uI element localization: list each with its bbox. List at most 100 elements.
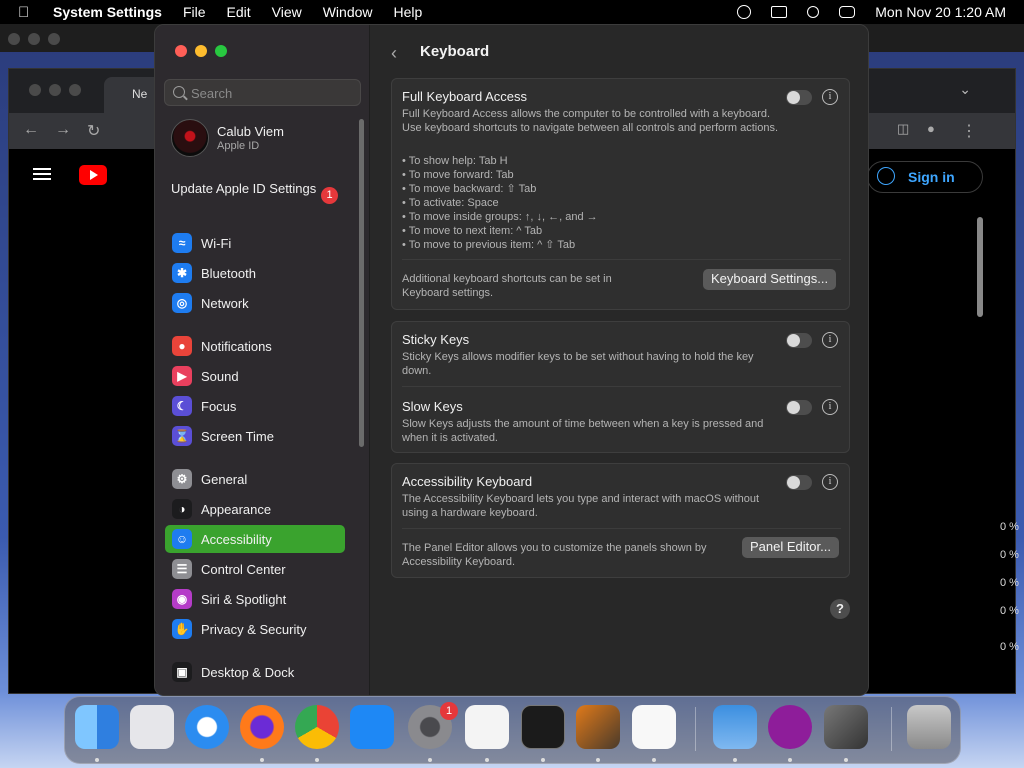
spotlight-search-icon[interactable]	[807, 6, 820, 18]
sidebar-item-general[interactable]: ⚙ General	[165, 465, 345, 493]
minimize-window-icon[interactable]	[195, 45, 207, 57]
menu-edit[interactable]: Edit	[227, 4, 251, 20]
accessibility-keyboard-toggle[interactable]	[786, 475, 812, 490]
more-menu-icon[interactable]: ⋮	[961, 121, 977, 141]
menu-clock[interactable]: Mon Nov 20 1:20 AM	[875, 4, 1006, 20]
apple-menu-icon[interactable]: 	[18, 4, 36, 21]
app-store-icon[interactable]	[350, 705, 394, 749]
sidebar-item-desktop-dock[interactable]: ▣ Desktop & Dock	[165, 658, 345, 686]
forward-arrow-icon[interactable]: →	[55, 121, 71, 139]
paper-plane-icon[interactable]	[824, 705, 868, 749]
info-icon[interactable]: i	[822, 399, 838, 415]
sidebar-item-appearance[interactable]: ◑ Appearance	[165, 495, 345, 523]
sidebar-item-siri-spotlight[interactable]: ◉ Siri & Spotlight	[165, 585, 345, 613]
apple-id-profile[interactable]: Calub Viem Apple ID	[171, 119, 357, 159]
dock-notification-badge: 1	[440, 702, 458, 720]
sidebar-item-label: Sound	[201, 368, 239, 384]
running-indicator	[315, 758, 319, 762]
menu-app-name[interactable]: System Settings	[53, 4, 162, 20]
sidebar-item-notifications[interactable]: ● Notifications	[165, 332, 345, 360]
help-button[interactable]: ?	[830, 599, 850, 619]
sidebar-item-label: Screen Time	[201, 428, 274, 444]
play-icon[interactable]	[737, 5, 752, 19]
menu-window[interactable]: Window	[323, 4, 373, 20]
sidebar-item-wifi[interactable]: ≈ Wi-Fi	[165, 229, 345, 257]
youtube-logo-icon[interactable]	[79, 165, 107, 185]
sidebar-item-sound[interactable]: ▶ Sound	[165, 362, 345, 390]
close-window-icon[interactable]	[175, 45, 187, 57]
running-indicator	[485, 758, 489, 762]
weather-icon[interactable]	[713, 705, 757, 749]
hourglass-icon: ⌛	[172, 426, 192, 446]
vscode-icon[interactable]	[632, 705, 676, 749]
sidebar-scrollbar[interactable]	[359, 119, 364, 447]
running-indicator	[541, 758, 545, 762]
update-badge: 1	[321, 187, 338, 204]
wifi-icon: ≈	[172, 233, 192, 253]
slow-keys-title: Slow Keys	[402, 399, 463, 414]
control-center-menu-icon[interactable]	[839, 6, 856, 18]
firefox-icon[interactable]	[240, 705, 284, 749]
keyboard-settings-button[interactable]: Keyboard Settings...	[703, 269, 837, 290]
garageband-icon[interactable]	[576, 705, 620, 749]
side-panel-icon[interactable]: ◫	[897, 121, 909, 137]
back-chevron-icon[interactable]: ‹	[391, 43, 405, 63]
additional-shortcuts-desc: Additional keyboard shortcuts can be set…	[402, 273, 612, 299]
gear-icon: ⚙	[172, 469, 192, 489]
sidebar-item-control-center[interactable]: ☰ Control Center	[165, 555, 345, 583]
sidebar-item-label: Desktop & Dock	[201, 664, 295, 680]
sidebar-item-bluetooth[interactable]: ✱ Bluetooth	[165, 259, 345, 287]
slow-keys-toggle[interactable]	[786, 400, 812, 415]
sidebar-item-privacy-security[interactable]: ✋ Privacy & Security	[165, 615, 345, 643]
sidebar-item-label: Notifications	[201, 338, 272, 354]
sidebar-item-network[interactable]: ◎ Network	[165, 289, 345, 317]
info-icon[interactable]: i	[822, 89, 838, 105]
menu-help[interactable]: Help	[394, 4, 423, 20]
search-input[interactable]	[191, 84, 356, 102]
profile-icon[interactable]: ●	[927, 121, 935, 136]
panel-editor-button[interactable]: Panel Editor...	[742, 537, 839, 558]
accessibility-keyboard-desc: The Accessibility Keyboard lets you type…	[402, 493, 760, 519]
info-icon[interactable]: i	[822, 474, 838, 490]
sidebar-item-label: Wi-Fi	[201, 235, 232, 251]
safari-icon[interactable]	[185, 705, 229, 749]
avatar	[171, 119, 209, 157]
zoom-window-icon[interactable]	[215, 45, 227, 57]
sign-in-button[interactable]: Sign in	[867, 161, 983, 193]
sidebar-item-label: Focus	[201, 398, 237, 414]
back-arrow-icon[interactable]: ←	[23, 121, 39, 139]
sidebar-item-focus[interactable]: ☾ Focus	[165, 392, 345, 420]
browser-zoom-icon[interactable]	[69, 84, 81, 96]
browser-close-icon[interactable]	[29, 84, 41, 96]
launchpad-icon[interactable]	[130, 705, 174, 749]
bg-minimize-icon	[28, 33, 40, 45]
finder-icon[interactable]	[75, 705, 119, 749]
browser-scrollbar[interactable]	[977, 217, 983, 317]
update-apple-id-settings[interactable]: Update Apple ID Settings	[171, 181, 341, 197]
sidebar-search	[164, 79, 361, 106]
speaker-icon: ▶	[172, 366, 192, 386]
hamburger-menu-icon[interactable]	[33, 168, 51, 180]
sidebar-item-accessibility[interactable]: ☺ Accessibility	[165, 525, 345, 553]
chrome-icon[interactable]	[295, 705, 339, 749]
browser-minimize-icon[interactable]	[49, 84, 61, 96]
menu-file[interactable]: File	[183, 4, 206, 20]
terminal-icon[interactable]	[521, 705, 565, 749]
sidebar-item-screen-time[interactable]: ⌛ Screen Time	[165, 422, 345, 450]
sticky-keys-toggle[interactable]	[786, 333, 812, 348]
sticky-keys-title: Sticky Keys	[402, 332, 470, 347]
bluetooth-icon: ✱	[172, 263, 192, 283]
sidebar-item-label: Control Center	[201, 561, 286, 577]
info-icon[interactable]: i	[822, 332, 838, 348]
screen-mirroring-icon[interactable]	[771, 6, 788, 18]
tab-search-chevron-icon[interactable]: ⌄	[959, 81, 971, 98]
eleven-icon[interactable]	[768, 705, 812, 749]
running-indicator	[733, 758, 737, 762]
textedit-icon[interactable]	[465, 705, 509, 749]
trash-icon[interactable]	[907, 705, 951, 749]
profile-name: Calub Viem	[217, 124, 284, 139]
reload-icon[interactable]: ↻	[87, 121, 100, 141]
menu-view[interactable]: View	[272, 4, 302, 20]
full-keyboard-access-toggle[interactable]	[786, 90, 812, 105]
bell-icon: ●	[172, 336, 192, 356]
